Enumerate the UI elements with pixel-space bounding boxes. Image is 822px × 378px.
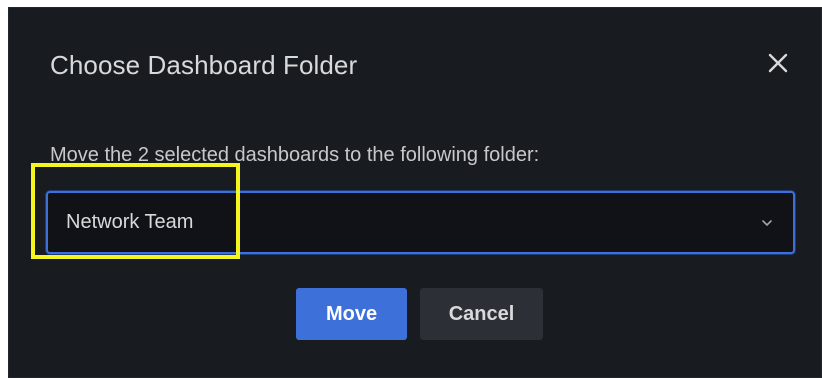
cancel-button[interactable]: Cancel [420,288,543,340]
folder-select[interactable]: Network Team [46,191,795,254]
move-button[interactable]: Move [296,288,407,340]
choose-folder-dialog: Choose Dashboard Folder Move the 2 selec… [8,7,822,378]
close-icon [768,53,788,73]
dialog-description: Move the 2 selected dashboards to the fo… [50,144,540,166]
close-button[interactable] [761,46,795,80]
chevron-down-icon [762,220,772,226]
dialog-title: Choose Dashboard Folder [50,50,358,80]
folder-select-value: Network Team [66,211,194,233]
